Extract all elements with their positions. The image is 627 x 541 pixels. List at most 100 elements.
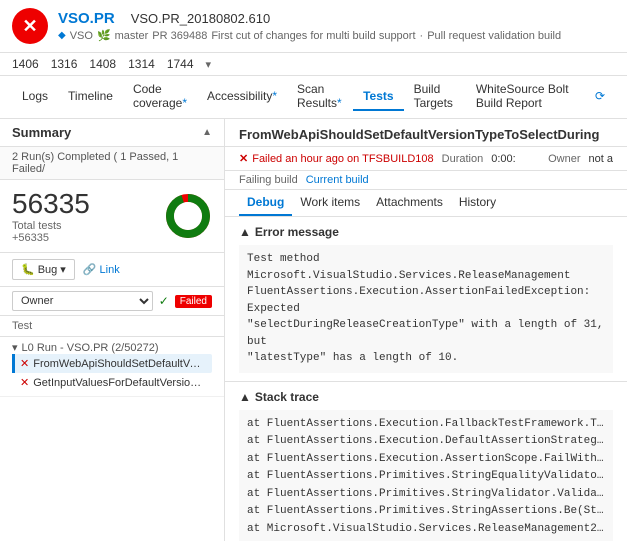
- owner-value: not a: [589, 153, 613, 165]
- branch-icon: 🌿: [97, 29, 111, 42]
- duration-label: Duration: [442, 153, 484, 165]
- vso-label: VSO: [70, 30, 93, 42]
- tab-tests[interactable]: Tests: [353, 83, 403, 111]
- stack-chevron: ▲: [239, 390, 251, 404]
- actions-row: 🐛 Bug ▾ 🔗 Link: [0, 253, 224, 287]
- stack-line-7: at Microsoft.VisualStudio.Services.Relea…: [247, 521, 605, 539]
- summary-header: Summary ▲: [0, 119, 224, 147]
- stats-row: 56335 Total tests +56335: [0, 180, 224, 253]
- bug-icon: 🐛: [21, 263, 35, 276]
- header-numbers: 1406 1316 1408 1314 1744 ▾: [0, 53, 627, 76]
- filter-row: Owner ✓ Failed: [0, 287, 224, 316]
- total-tests-label: Total tests: [12, 220, 90, 232]
- test-item-1[interactable]: ✕ FromWebApiShouldSetDefaultVersionT: [12, 354, 212, 373]
- test-label: Test: [12, 320, 32, 332]
- num-1744[interactable]: 1744: [167, 57, 194, 71]
- current-build-link[interactable]: Current build: [306, 174, 369, 186]
- checkmark-icon: ✓: [159, 294, 169, 308]
- stack-content: at FluentAssertions.Execution.FallbackTe…: [239, 410, 613, 541]
- nav-tabs: Logs Timeline Code coverage* Accessibili…: [0, 76, 627, 119]
- right-panel: FromWebApiShouldSetDefaultVersionTypeToS…: [225, 119, 627, 541]
- link-label: Link: [100, 264, 120, 276]
- status-x-icon: ✕: [239, 152, 248, 165]
- error-line-4: "latestType" has a length of 10.: [247, 350, 605, 367]
- bug-button[interactable]: 🐛 Bug ▾: [12, 259, 75, 280]
- tab-accessibility[interactable]: Accessibility*: [197, 83, 287, 111]
- header: ✕ VSO.PR VSO.PR_20180802.610 ◆ VSO 🌿 mas…: [0, 0, 627, 53]
- stats-delta: +56335: [12, 232, 90, 244]
- failed-badge: Failed: [175, 295, 212, 308]
- tab-more[interactable]: ⟳: [585, 83, 615, 111]
- asterisk-accessibility: *: [272, 89, 277, 103]
- error-section-header[interactable]: ▲ Error message: [239, 225, 613, 239]
- test-group: ▾ L0 Run - VSO.PR (2/50272) ✕ FromWebApi…: [0, 337, 224, 397]
- build-row: Failing build Current build: [225, 171, 627, 190]
- status-failed: ✕ Failed an hour ago on TFSBUILD108: [239, 152, 434, 165]
- bug-chevron: ▾: [60, 263, 66, 276]
- test-group-header[interactable]: ▾ L0 Run - VSO.PR (2/50272): [12, 341, 212, 354]
- error-section: ▲ Error message Test method Microsoft.Vi…: [225, 217, 627, 382]
- tab-build-targets[interactable]: Build Targets: [404, 76, 466, 118]
- test-status-row: ✕ Failed an hour ago on TFSBUILD108 Dura…: [225, 147, 627, 171]
- pr-label: PR 369488: [152, 30, 207, 42]
- left-panel: Summary ▲ 2 Run(s) Completed ( 1 Passed,…: [0, 119, 225, 541]
- build-title: VSO.PR: [58, 10, 115, 27]
- error-line-3: "selectDuringReleaseCreationType" with a…: [247, 317, 605, 350]
- header-info: VSO.PR VSO.PR_20180802.610 ◆ VSO 🌿 maste…: [58, 10, 561, 42]
- stack-section: ▲ Stack trace at FluentAssertions.Execut…: [225, 382, 627, 541]
- detail-tab-debug[interactable]: Debug: [239, 190, 292, 216]
- owner-label: Owner: [548, 153, 580, 165]
- failing-build-label: Failing build: [239, 174, 298, 186]
- summary-chevron[interactable]: ▲: [202, 127, 212, 138]
- num-1406[interactable]: 1406: [12, 57, 39, 71]
- error-label: Error message: [255, 225, 339, 239]
- link-button[interactable]: 🔗 Link: [83, 263, 120, 276]
- test-name-1: FromWebApiShouldSetDefaultVersionT: [33, 358, 204, 370]
- stack-line-4: at FluentAssertions.Primitives.StringEqu…: [247, 468, 605, 486]
- test-failed-icon-1: ✕: [20, 357, 29, 370]
- stats-left: 56335 Total tests +56335: [12, 188, 90, 244]
- tab-timeline[interactable]: Timeline: [58, 83, 123, 111]
- asterisk-scan: *: [337, 96, 342, 110]
- tab-logs[interactable]: Logs: [12, 83, 58, 111]
- stack-section-header[interactable]: ▲ Stack trace: [239, 390, 613, 404]
- owner-filter[interactable]: Owner: [12, 291, 153, 311]
- test-label-row: Test: [0, 316, 224, 337]
- tab-whitesource[interactable]: WhiteSource Bolt Build Report: [466, 76, 585, 118]
- error-content: Test method Microsoft.VisualStudio.Servi…: [239, 245, 613, 373]
- test-failed-icon-2: ✕: [20, 376, 29, 389]
- tab-code-coverage[interactable]: Code coverage*: [123, 76, 197, 118]
- error-line-1: Test method Microsoft.VisualStudio.Servi…: [247, 251, 605, 284]
- numbers-chevron[interactable]: ▾: [206, 58, 212, 71]
- asterisk-coverage: *: [182, 96, 187, 110]
- num-1408[interactable]: 1408: [89, 57, 116, 71]
- main-layout: Summary ▲ 2 Run(s) Completed ( 1 Passed,…: [0, 119, 627, 541]
- vso-icon: ◆: [58, 30, 66, 41]
- bug-label: Bug: [38, 264, 58, 276]
- selected-indicator: [12, 354, 15, 373]
- error-line-2: FluentAssertions.Execution.AssertionFail…: [247, 284, 605, 317]
- num-1314[interactable]: 1314: [128, 57, 155, 71]
- stack-line-5: at FluentAssertions.Primitives.StringVal…: [247, 486, 605, 504]
- detail-tabs: Debug Work items Attachments History: [225, 190, 627, 217]
- detail-tab-history[interactable]: History: [451, 190, 504, 216]
- test-item-2[interactable]: ✕ GetInputValuesForDefaultVersionShould: [12, 373, 212, 392]
- stack-label: Stack trace: [255, 390, 319, 404]
- stack-line-6: at FluentAssertions.Primitives.StringAss…: [247, 503, 605, 521]
- tab-scan[interactable]: Scan Results*: [287, 76, 353, 118]
- build-meta: ◆ VSO 🌿 master PR 369488 First cut of ch…: [58, 29, 561, 42]
- test-name-2: GetInputValuesForDefaultVersionShould: [33, 377, 204, 389]
- test-detail-title: FromWebApiShouldSetDefaultVersionTypeToS…: [225, 119, 627, 147]
- separator: ·: [420, 30, 424, 42]
- duration-value: 0:00:: [491, 153, 515, 165]
- build-id: VSO.PR_20180802.610: [131, 11, 271, 26]
- num-1316[interactable]: 1316: [51, 57, 78, 71]
- stack-line-3: at FluentAssertions.Execution.AssertionS…: [247, 451, 605, 469]
- status-text: Failed an hour ago on TFSBUILD108: [252, 153, 433, 165]
- detail-tab-attachments[interactable]: Attachments: [368, 190, 451, 216]
- link-icon: 🔗: [83, 263, 97, 276]
- branch-label: master: [115, 30, 149, 42]
- detail-tab-workitems[interactable]: Work items: [292, 190, 368, 216]
- summary-title: Summary: [12, 125, 71, 140]
- donut-chart: [164, 192, 212, 240]
